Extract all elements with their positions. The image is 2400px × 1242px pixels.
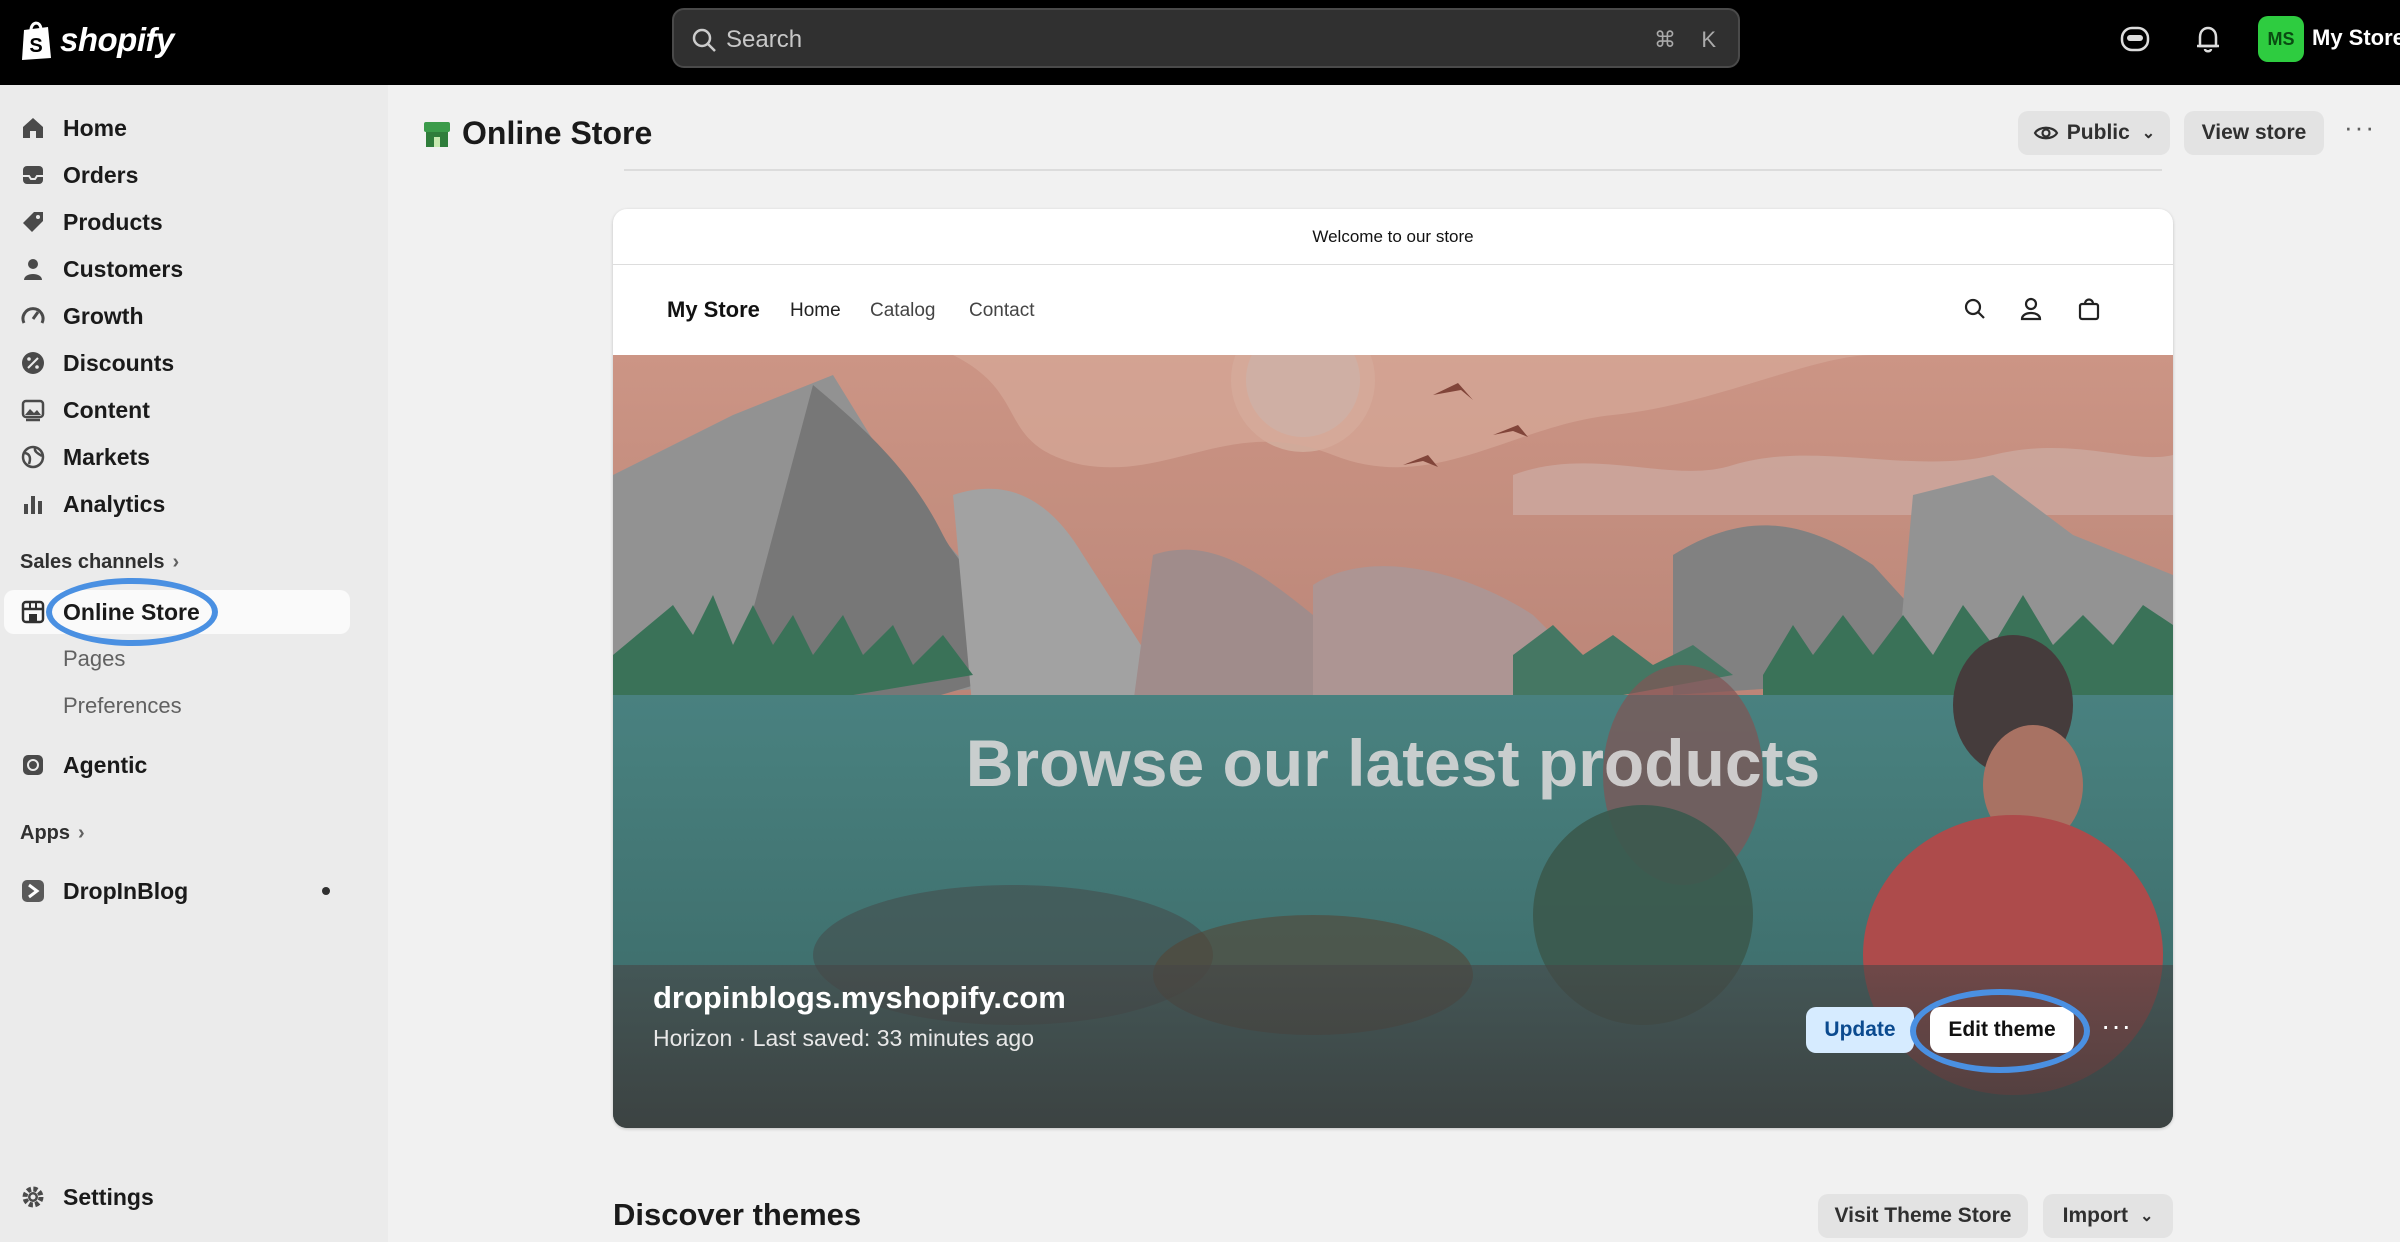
theme-meta: Horizon · Last saved: 33 minutes ago: [653, 1025, 1034, 1051]
sidebar-item-content[interactable]: Content: [0, 388, 350, 432]
store-nav-home: Home: [790, 300, 841, 321]
visit-theme-store-button[interactable]: Visit Theme Store: [1818, 1194, 2028, 1238]
chevron-right-icon: ›: [78, 822, 85, 844]
online-store-green-icon: [424, 121, 450, 147]
brand-wordmark: shopify: [60, 21, 174, 58]
discount-icon: [22, 352, 44, 374]
main-content: Online Store Public ⌄ View store ··· Wel…: [388, 85, 2400, 1242]
sidebar-item-label: Growth: [63, 302, 144, 329]
store-name[interactable]: My Store: [2312, 25, 2400, 51]
sidekick-icon[interactable]: [2118, 22, 2152, 56]
import-label: Import: [2062, 1204, 2128, 1227]
top-bar: S shopify Search ⌘ K MS My Store: [0, 0, 2400, 85]
sidebar-item-discounts[interactable]: Discounts: [0, 341, 350, 385]
store-nav-contact: Contact: [969, 300, 1035, 321]
sidebar-item-dropinblog[interactable]: DropInBlog: [0, 869, 350, 913]
sidebar-subitem-pages[interactable]: Pages: [0, 637, 350, 681]
apps-header[interactable]: Apps ›: [20, 822, 85, 845]
dropinblog-label: DropInBlog: [63, 877, 189, 904]
view-store-button[interactable]: View store: [2184, 111, 2324, 155]
subitem-label: Pages: [63, 646, 126, 671]
edit-theme-highlight-oval: [1910, 989, 2090, 1073]
sidebar-item-settings[interactable]: Settings: [0, 1175, 350, 1219]
announcement-bar: Welcome to our store: [613, 209, 2173, 265]
page-title: Online Store: [422, 115, 652, 152]
gear-icon: [22, 1186, 44, 1208]
store-header: My Store Home Catalog Contact: [613, 265, 2173, 355]
sidebar-item-label: Orders: [63, 161, 139, 188]
hero-banner: Browse our latest products dropinblogs.m…: [613, 355, 2173, 1128]
sidebar-item-orders[interactable]: Orders: [0, 153, 350, 197]
more-actions-icon[interactable]: ···: [2344, 112, 2376, 143]
agentic-label: Agentic: [63, 751, 148, 778]
online-store-highlight-oval: [46, 578, 218, 646]
home-icon: [23, 118, 43, 138]
visit-theme-store-label: Visit Theme Store: [1834, 1204, 2012, 1227]
sidebar-item-agentic[interactable]: Agentic: [0, 743, 350, 787]
account-icon: [2020, 297, 2042, 321]
chevron-right-icon: ›: [172, 551, 180, 573]
theme-preview-card: Welcome to our store My Store Home Catal…: [613, 209, 2173, 1128]
shopify-logo[interactable]: S shopify: [18, 18, 174, 62]
globe-icon: [21, 445, 45, 469]
gauge-icon: [21, 307, 45, 324]
sidebar-item-label: Markets: [63, 443, 150, 470]
store-brand: My Store: [667, 297, 760, 322]
bar-chart-icon: [24, 496, 42, 514]
search-input[interactable]: Search ⌘ K: [672, 8, 1740, 68]
sidebar-item-growth[interactable]: Growth: [0, 294, 350, 338]
sidebar-subitem-preferences[interactable]: Preferences: [0, 684, 350, 728]
sidebar-item-label: Content: [63, 396, 150, 423]
agentic-icon: [23, 755, 43, 775]
svg-text:S: S: [29, 35, 42, 57]
dropinblog-app-icon: [22, 880, 44, 902]
update-button[interactable]: Update: [1806, 1007, 1914, 1053]
discover-themes-heading: Discover themes: [613, 1197, 862, 1232]
sales-channels-label: Sales channels: [20, 551, 165, 573]
visibility-label: Public: [2066, 121, 2130, 144]
apps-label: Apps: [20, 822, 70, 844]
sidebar-item-label: Home: [63, 114, 127, 141]
page-title-text: Online Store: [462, 115, 653, 151]
bell-icon[interactable]: [2191, 22, 2225, 56]
previous-card-edge: [624, 169, 2162, 171]
shopify-bag-icon: S: [22, 21, 51, 60]
storefront-icon: [21, 600, 45, 624]
sidebar-item-markets[interactable]: Markets: [0, 435, 350, 479]
search-icon: [692, 28, 716, 52]
sidebar-item-customers[interactable]: Customers: [0, 247, 350, 291]
sidebar-item-label: Customers: [63, 255, 184, 282]
person-icon: [24, 259, 42, 280]
chevron-down-icon: ⌄: [2139, 1208, 2154, 1225]
import-button[interactable]: Import ⌄: [2043, 1194, 2173, 1238]
eye-icon: [2033, 126, 2059, 140]
sidebar-item-label: Discounts: [63, 349, 175, 376]
sidebar-item-label: Analytics: [63, 490, 166, 517]
search-placeholder: Search: [726, 26, 803, 53]
store-nav-catalog: Catalog: [870, 300, 936, 321]
theme-domain: dropinblogs.myshopify.com: [653, 980, 1066, 1015]
shortcut-cmd: ⌘: [1654, 27, 1676, 52]
unpinned-dot-icon[interactable]: [322, 887, 330, 895]
search-icon: [1964, 298, 1985, 319]
shortcut-k: K: [1701, 27, 1716, 52]
cart-bag-icon: [2078, 298, 2100, 321]
sidebar-item-label: Products: [63, 208, 163, 235]
inbox-icon: [23, 166, 43, 184]
chevron-down-icon: ⌄: [2141, 125, 2156, 142]
sidebar-item-home[interactable]: Home: [0, 106, 350, 150]
sidebar: Home Orders Products Customers Growth Di…: [0, 85, 388, 1242]
hero-title: Browse our latest products: [965, 726, 1821, 800]
theme-more-actions-icon[interactable]: ···: [2101, 1010, 2132, 1042]
sales-channels-header[interactable]: Sales channels ›: [20, 551, 179, 574]
settings-label: Settings: [63, 1183, 154, 1210]
tag-icon: [23, 212, 43, 232]
sidebar-item-products[interactable]: Products: [0, 200, 350, 244]
image-icon: [21, 399, 45, 422]
sidebar-item-analytics[interactable]: Analytics: [0, 482, 350, 526]
subitem-label: Preferences: [63, 693, 182, 718]
avatar[interactable]: MS: [2258, 16, 2304, 62]
visibility-select[interactable]: Public ⌄: [2018, 111, 2170, 155]
view-store-label: View store: [2201, 121, 2307, 144]
